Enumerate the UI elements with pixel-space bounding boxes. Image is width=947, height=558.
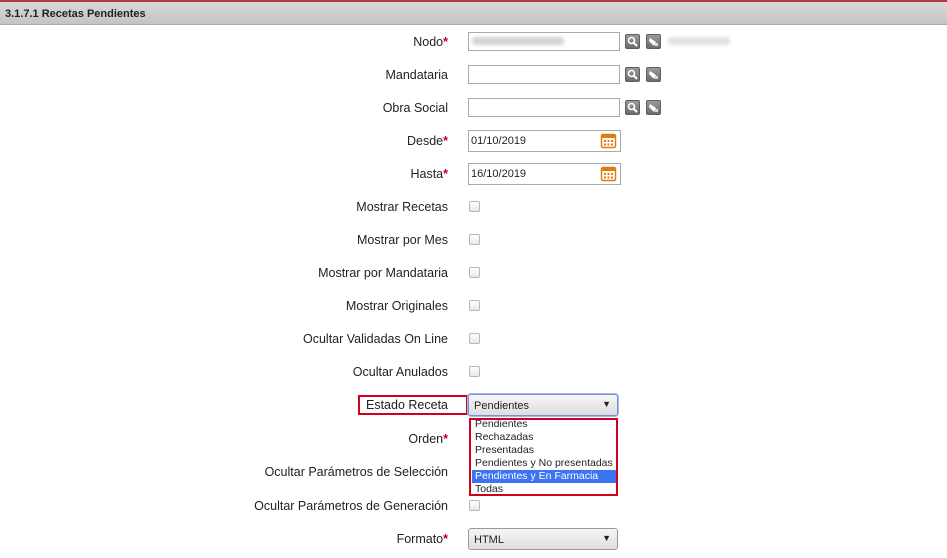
obra-social-input[interactable]: [468, 98, 620, 117]
option-pendientes-en-farmacia[interactable]: Pendientes y En Farmacia: [472, 470, 616, 483]
mostrar-originales-checkbox[interactable]: [469, 300, 480, 311]
option-todas[interactable]: Todas: [472, 483, 616, 494]
chevron-down-icon: ▼: [602, 399, 611, 409]
ocultar-anulados-label: Ocultar Anulados: [352, 365, 448, 379]
mostrar-recetas-checkbox[interactable]: [469, 201, 480, 212]
eraser-icon: [649, 104, 658, 112]
estado-receta-label: Estado Receta: [366, 398, 448, 412]
mostrar-por-mes-label: Mostrar por Mes: [357, 233, 448, 247]
chevron-down-icon: ▼: [602, 533, 611, 543]
estado-receta-select[interactable]: Pendientes ▼: [468, 394, 618, 416]
nodo-description-redacted: [668, 37, 730, 45]
mostrar-recetas-label: Mostrar Recetas: [356, 200, 448, 214]
obra-social-search-button[interactable]: [625, 100, 640, 115]
magnifier-icon: [627, 36, 638, 47]
option-rechazadas[interactable]: Rechazadas: [472, 431, 616, 444]
hasta-date-input[interactable]: 16/10/2019: [468, 163, 621, 185]
ocultar-anulados-checkbox[interactable]: [469, 366, 480, 377]
option-presentadas[interactable]: Presentadas: [472, 444, 616, 457]
mostrar-por-mandataria-checkbox[interactable]: [469, 267, 480, 278]
estado-receta-value: Pendientes: [474, 400, 530, 412]
nodo-label: Nodo*: [413, 35, 448, 49]
formato-label: Formato*: [396, 532, 448, 546]
formato-value: HTML: [474, 534, 504, 546]
obra-social-clear-button[interactable]: [646, 100, 661, 115]
ocultar-validadas-label: Ocultar Validadas On Line: [303, 332, 448, 346]
formato-select[interactable]: HTML ▼: [468, 528, 618, 550]
ocultar-generacion-label: Ocultar Parámetros de Generación: [254, 499, 448, 513]
eraser-icon: [649, 71, 658, 79]
mostrar-originales-label: Mostrar Originales: [345, 299, 448, 313]
section-header: 3.1.7.1 Recetas Pendientes: [0, 2, 947, 25]
mostrar-por-mes-checkbox[interactable]: [469, 234, 480, 245]
hasta-calendar-icon[interactable]: [600, 165, 617, 182]
desde-date-input[interactable]: 01/10/2019: [468, 130, 621, 152]
section-title: 3.1.7.1 Recetas Pendientes: [5, 8, 146, 20]
ocultar-validadas-checkbox[interactable]: [469, 333, 480, 344]
nodo-value-redacted: [472, 37, 564, 45]
magnifier-icon: [627, 102, 638, 113]
option-pendientes[interactable]: Pendientes: [472, 420, 616, 431]
orden-label: Orden*: [408, 432, 448, 446]
mandataria-search-button[interactable]: [625, 67, 640, 82]
obra-social-label: Obra Social: [382, 101, 448, 115]
estado-receta-dropdown: Pendientes Rechazadas Presentadas Pendie…: [469, 418, 618, 496]
mandataria-input[interactable]: [468, 65, 620, 84]
mostrar-por-mandataria-label: Mostrar por Mandataria: [318, 266, 448, 280]
eraser-icon: [649, 38, 658, 46]
option-pendientes-no-presentadas[interactable]: Pendientes y No presentadas: [472, 457, 616, 470]
ocultar-generacion-checkbox[interactable]: [469, 500, 480, 511]
desde-calendar-icon[interactable]: [600, 132, 617, 149]
magnifier-icon: [627, 69, 638, 80]
mandataria-label: Mandataria: [385, 68, 448, 82]
hasta-label: Hasta*: [410, 167, 448, 181]
nodo-search-button[interactable]: [625, 34, 640, 49]
ocultar-seleccion-label: Ocultar Parámetros de Selección: [264, 465, 448, 479]
desde-label: Desde*: [406, 134, 448, 148]
nodo-clear-button[interactable]: [646, 34, 661, 49]
mandataria-clear-button[interactable]: [646, 67, 661, 82]
